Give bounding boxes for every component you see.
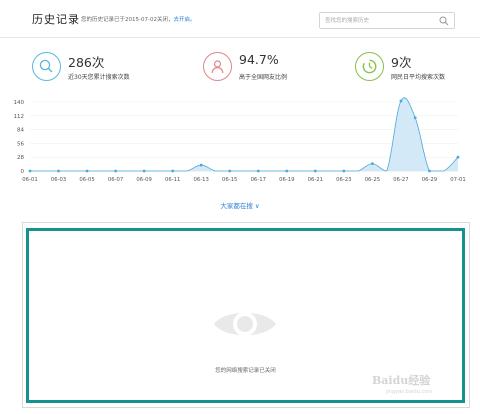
- x-tick-label: 06-07: [108, 177, 123, 183]
- x-tick-label: 06-15: [222, 177, 237, 183]
- x-tick-label: 06-17: [251, 177, 266, 183]
- data-point: [399, 99, 403, 103]
- x-tick-label: 06-09: [136, 177, 151, 183]
- user-icon-circle: [203, 52, 232, 81]
- page-title: 历史记录: [32, 13, 80, 26]
- x-tick-label: 06-21: [308, 177, 323, 183]
- notice-text: 您的历史记录已于2015-07-02关闭，: [81, 17, 174, 23]
- x-tick-label: 06-25: [365, 177, 380, 183]
- data-point: [199, 163, 203, 167]
- search-box[interactable]: [319, 12, 455, 29]
- x-tick-label: 06-01: [22, 177, 37, 183]
- data-point: [285, 169, 289, 173]
- data-point: [228, 169, 232, 173]
- y-tick-label: 140: [14, 100, 25, 106]
- x-tick-label: 06-13: [193, 177, 208, 183]
- clock-icon-circle: [355, 52, 384, 81]
- stat-desc: 高于全国网友比例: [239, 74, 288, 81]
- baidu-watermark-url: jingyan.baidu.com: [386, 389, 433, 395]
- search-input[interactable]: [325, 15, 433, 26]
- chevron-down-icon: ∨: [254, 202, 260, 210]
- data-point: [342, 169, 346, 173]
- data-point: [456, 155, 460, 159]
- data-point: [413, 116, 417, 120]
- x-tick-label: 06-29: [422, 177, 437, 183]
- data-point: [256, 169, 260, 173]
- baidu-watermark: Baidu经验: [372, 374, 431, 387]
- y-tick-label: 84: [17, 128, 24, 134]
- x-tick-label: 06-03: [51, 177, 66, 183]
- x-tick-label: 06-05: [79, 177, 94, 183]
- x-tick-label: 06-19: [279, 177, 294, 183]
- stat-value: 94.7%: [239, 52, 279, 67]
- y-tick-label: 28: [17, 155, 24, 161]
- search-icon: [39, 59, 53, 73]
- data-point: [142, 169, 146, 173]
- data-point: [57, 169, 60, 173]
- stat-value: 286次: [68, 55, 105, 70]
- data-point: [85, 169, 89, 173]
- data-point: [171, 169, 175, 173]
- y-tick-label: 112: [14, 114, 25, 120]
- everyone-searching-toggle[interactable]: 大家都在搜 ∨: [0, 200, 480, 210]
- search-icon[interactable]: [439, 16, 449, 26]
- x-tick-label: 06-23: [336, 177, 351, 183]
- data-point: [28, 169, 32, 173]
- eye-icon: [214, 312, 276, 336]
- x-tick-label: 06-27: [393, 177, 408, 183]
- search-history-chart: 0 28 56 84 112 140 06-01 06-03 06-05 06-07 06-09 06…: [14, 97, 466, 183]
- data-point: [371, 162, 374, 166]
- user-icon: [211, 60, 224, 74]
- y-tick-label: 0: [21, 169, 25, 175]
- y-tick-label: 56: [17, 141, 24, 147]
- history-notice: 您的历史记录已于2015-07-02关闭，去开启。: [81, 15, 195, 23]
- x-tick-label: 06-11: [165, 177, 180, 183]
- data-point: [428, 169, 431, 173]
- data-point: [114, 169, 117, 173]
- data-point: [313, 169, 317, 173]
- enable-history-link[interactable]: 去开启。: [173, 17, 195, 23]
- header: 历史记录 您的历史记录已于2015-07-02关闭，去开启。: [0, 0, 480, 38]
- clock-icon: [362, 59, 377, 74]
- stat-value: 9次: [391, 55, 412, 70]
- expand-label[interactable]: 大家都在搜: [220, 202, 253, 210]
- stat-desc: 网民日平均搜索次数: [391, 74, 446, 81]
- stat-desc: 近30天您累计搜索次数: [68, 74, 130, 81]
- x-tick-label: 07-01: [450, 177, 465, 183]
- search-icon-circle: [32, 52, 61, 81]
